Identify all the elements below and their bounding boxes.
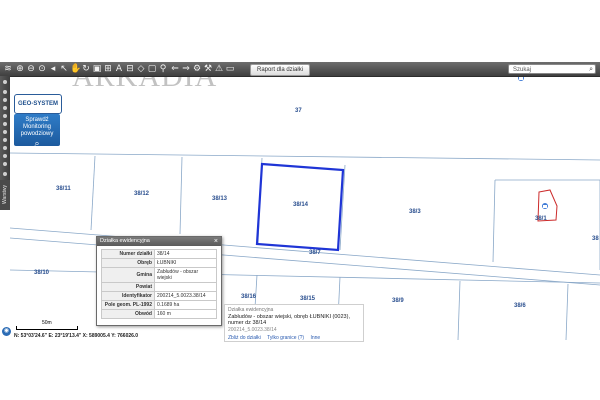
search-placeholder: Szukaj	[513, 67, 532, 73]
parcel-summary-panel: Działka ewidencyjna Zabłudów - obszar wi…	[224, 304, 364, 342]
search-icon[interactable]: ⌕	[589, 65, 593, 75]
scale-bar	[16, 326, 78, 330]
zoom-level-icon[interactable]	[3, 98, 7, 102]
chat-icon[interactable]: ▢	[147, 64, 157, 74]
map-toolbar: ≋ ⊕ ⊖ ⊙ ◂ ↖ ✋ ↻ ▣ ⊞ A ⊟ ◇ ▢ ⚲ ⇐ ⇒ ⚙ ⚒ ⚠ …	[0, 62, 600, 77]
back-icon[interactable]: ◂	[48, 64, 58, 74]
zoom-extent-icon[interactable]: ⊙	[37, 64, 47, 74]
geo-system-logo: GEO-SYSTEM	[14, 94, 62, 114]
zoom-level-icon[interactable]	[3, 162, 7, 166]
pin-icon[interactable]: ⚲	[158, 64, 168, 74]
pan-left-icon[interactable]: ⇐	[170, 64, 180, 74]
parcel-label-38[interactable]: 38	[592, 236, 599, 242]
row-value: 200214_5.0023.38/14	[154, 291, 217, 301]
boundaries-only-link[interactable]: Tylko granice (?)	[267, 335, 304, 341]
parcel-info-popup: Działka ewidencyjna × Numer działki 38/14…	[96, 236, 222, 326]
nav-down-icon[interactable]	[3, 172, 7, 176]
zoom-level-icon[interactable]	[3, 146, 7, 150]
parcel-label-38-6[interactable]: 38/6	[514, 303, 526, 309]
parcel-label-38-9[interactable]: 38/9	[392, 298, 404, 304]
row-value: 160 m	[154, 309, 217, 319]
zoom-level-icon[interactable]	[3, 106, 7, 110]
flood-monitoring-button[interactable]: Sprawdź Monitoring powodziowy ⌕	[14, 114, 60, 148]
zoom-out-icon[interactable]: ⊖	[26, 64, 36, 74]
zoom-level-icon[interactable]	[3, 138, 7, 142]
parcel-label-38-11[interactable]: 38/11	[56, 186, 71, 192]
coordinates-readout: N: 53°03'24.6" E: 23°19'13.4" X: 589005.…	[14, 333, 139, 339]
parcel-label-38-10[interactable]: 38/10	[34, 270, 49, 276]
parcel-label-38-12[interactable]: 38/12	[134, 191, 149, 197]
zoom-level-icon[interactable]	[3, 122, 7, 126]
table-row: Gmina Zabłudów - obszar wiejski	[101, 267, 217, 283]
panel-category: Działka ewidencyjna	[228, 307, 274, 313]
table-row: Powiat	[101, 282, 217, 292]
hand-pan-icon[interactable]: ✋	[70, 64, 81, 74]
other-link[interactable]: Inne	[310, 335, 320, 341]
popup-header: Działka ewidencyjna ×	[97, 237, 221, 246]
popup-title: Działka ewidencyjna	[100, 238, 150, 244]
row-key: Obręb	[101, 258, 155, 268]
close-icon[interactable]: ×	[214, 237, 218, 246]
row-value: ŁUBNIKI	[154, 258, 217, 268]
table-row: Numer działki 38/14	[101, 249, 217, 259]
parcel-label-38-3[interactable]: 38/3	[409, 209, 421, 215]
nav-up-icon[interactable]	[3, 80, 7, 84]
row-key: Pole geom. PL-1992	[101, 300, 155, 310]
row-value	[154, 282, 217, 292]
parcel-label-38-16[interactable]: 38/16	[241, 294, 256, 300]
select-arrow-icon[interactable]: ↖	[59, 64, 69, 74]
table-row: Obręb ŁUBNIKI	[101, 258, 217, 268]
flood-line1: Sprawdź	[25, 117, 49, 123]
table-row: Identyfikator 200214_5.0023.38/14	[101, 291, 217, 301]
layers-tab[interactable]: Warstwy	[0, 180, 10, 210]
parcel-label-38-13[interactable]: 38/13	[212, 196, 227, 202]
row-key: Powiat	[101, 282, 155, 292]
layers-icon[interactable]: ≋	[3, 64, 13, 74]
zoom-level-icon[interactable]	[3, 130, 7, 134]
ruler-icon[interactable]: ⊞	[103, 64, 113, 74]
refresh-icon[interactable]: ↻	[81, 64, 91, 74]
zoom-level-icon[interactable]	[3, 154, 7, 158]
parcel-label-38-7[interactable]: 38/7	[309, 250, 321, 256]
text-icon[interactable]: A	[114, 64, 124, 74]
locate-icon[interactable]: ◉	[2, 327, 11, 336]
pan-right-icon[interactable]: ⇒	[181, 64, 191, 74]
table-row: Pole geom. PL-1992 0.1689 ha	[101, 300, 217, 310]
settings-icon[interactable]: ⚙	[192, 64, 202, 74]
building-marker-icon[interactable]	[542, 203, 548, 209]
table-row: Obwód 160 m	[101, 309, 217, 319]
panel-identifier: 200214_5.0023.38/14	[228, 327, 277, 333]
zoom-in-icon[interactable]: ⊕	[15, 64, 25, 74]
row-value: 0.1689 ha	[154, 300, 217, 310]
print-icon[interactable]: ▣	[92, 64, 102, 74]
zoom-to-parcel-link[interactable]: Zbliż do działki	[228, 335, 261, 341]
zoom-level-icon[interactable]	[3, 90, 7, 94]
popup-table: Numer działki 38/14 Obręb ŁUBNIKI Gmina Zab…	[101, 249, 217, 319]
row-key: Identyfikator	[101, 291, 155, 301]
car-icon[interactable]: ▭	[225, 64, 235, 74]
row-key: Obwód	[101, 309, 155, 319]
row-key: Numer działki	[101, 249, 155, 259]
row-value: 38/14	[154, 249, 217, 259]
report-button[interactable]: Raport dla działki	[250, 64, 311, 76]
row-value: Zabłudów - obszar wiejski	[154, 267, 217, 283]
measure-icon[interactable]: ⊟	[125, 64, 135, 74]
parcel-label-37[interactable]: 37	[295, 108, 302, 114]
flood-line2: Monitoring	[22, 124, 51, 130]
panel-links: Zbliż do działki Tylko granice (?) Inne	[225, 333, 363, 341]
parcel-label-38-15[interactable]: 38/15	[300, 296, 315, 302]
parcel-label-38-14[interactable]: 38/14	[293, 202, 308, 208]
parcel-label-38-1[interactable]: 38/1	[535, 216, 547, 222]
panel-main-text: Zabłudów - obszar wiejski, obręb ŁUBNIKI…	[228, 314, 350, 326]
row-key: Gmina	[101, 267, 155, 283]
search-input[interactable]: Szukaj ⌕	[508, 64, 596, 74]
warning-icon[interactable]: ⚠	[214, 64, 224, 74]
magnifier-icon: ⌕	[34, 138, 40, 148]
tools-icon[interactable]: ⚒	[203, 64, 213, 74]
zoom-level-icon[interactable]	[3, 114, 7, 118]
flood-line3: powodziowy	[20, 131, 54, 137]
area-icon[interactable]: ◇	[136, 64, 146, 74]
